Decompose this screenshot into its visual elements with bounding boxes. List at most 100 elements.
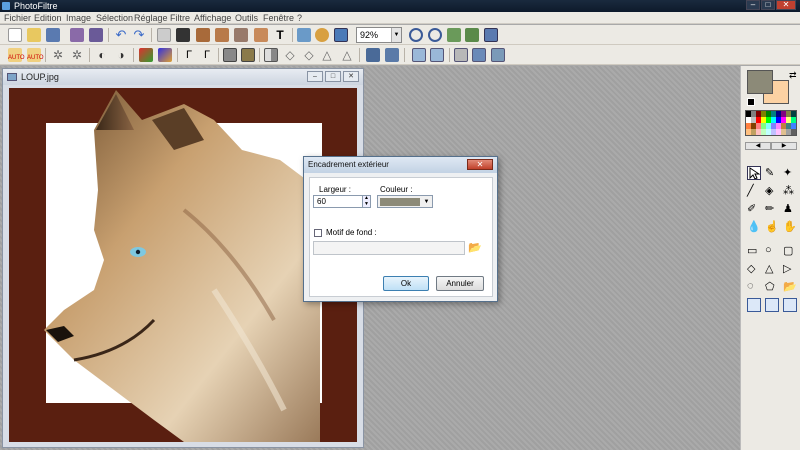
color-select[interactable]: ▼	[377, 195, 433, 208]
line-icon[interactable]: ╱	[747, 184, 761, 198]
doc-maximize-button[interactable]: □	[325, 71, 341, 82]
paste-new-icon[interactable]	[196, 28, 210, 42]
maximize-button[interactable]: □	[761, 0, 775, 10]
finger-icon[interactable]: ☝	[765, 220, 779, 234]
foreground-color-swatch[interactable]	[747, 70, 773, 94]
menu-affichage[interactable]: Affichage	[194, 12, 231, 24]
swap-colors-icon[interactable]: ⇄	[789, 70, 797, 81]
undo-icon[interactable]: ↶	[114, 28, 128, 42]
hide-selection-icon[interactable]	[783, 298, 797, 312]
dialog-close-button[interactable]: ✕	[467, 159, 493, 170]
actual-size-icon[interactable]	[465, 28, 479, 42]
menu-image[interactable]: Image	[66, 12, 91, 24]
chevron-down-icon[interactable]: ▼	[422, 197, 431, 207]
copy-icon[interactable]	[157, 28, 171, 42]
color-palette[interactable]	[745, 110, 797, 136]
grayscale-icon[interactable]	[223, 48, 237, 62]
menu-edition[interactable]: Edition	[34, 12, 62, 24]
minimize-button[interactable]: –	[746, 0, 760, 10]
crop-icon[interactable]	[234, 28, 248, 42]
wolf-image[interactable]	[34, 90, 320, 442]
pattern-path-field[interactable]	[313, 241, 465, 255]
fill-icon[interactable]: ◈	[765, 184, 779, 198]
menu-selection[interactable]: Sélection	[96, 12, 133, 24]
width-input[interactable]: 60	[313, 195, 363, 208]
eyedropper-icon[interactable]: ✎	[765, 166, 779, 180]
pattern-checkbox[interactable]	[314, 229, 322, 237]
browse-folder-icon[interactable]: 📂	[468, 241, 482, 255]
brush-icon[interactable]: ✐	[747, 202, 761, 216]
open-window-icon[interactable]	[412, 48, 426, 62]
chevron-down-icon[interactable]: ▼	[391, 28, 401, 42]
blur-drop-icon[interactable]: 💧	[747, 220, 761, 234]
paste-icon[interactable]	[176, 28, 190, 42]
triangle-right-icon[interactable]: ▷	[783, 262, 797, 276]
menu-help[interactable]: ?	[297, 12, 302, 24]
ellipse-icon[interactable]: ○	[765, 244, 779, 258]
triangle-up-icon[interactable]: △	[765, 262, 779, 276]
redo-icon[interactable]: ↷	[132, 28, 146, 42]
duplicate-icon[interactable]	[215, 28, 229, 42]
zoom-out-icon[interactable]	[428, 28, 442, 42]
gamma-plus-icon[interactable]: Γ	[200, 48, 214, 62]
pencil-brush-icon[interactable]: ✏	[765, 202, 779, 216]
document-titlebar[interactable]: LOUP.jpg – □ ✕	[3, 69, 363, 85]
auto-levels-icon[interactable]: AUTO	[8, 48, 25, 62]
rotate-icon[interactable]	[366, 48, 380, 62]
print-icon-2[interactable]	[491, 48, 505, 62]
open-folder-icon[interactable]: 📂	[783, 280, 797, 294]
select-all-icon[interactable]	[747, 298, 761, 312]
flip-h-icon[interactable]	[264, 48, 278, 62]
print-icon[interactable]	[70, 28, 84, 42]
menu-reglage[interactable]: Réglage	[134, 12, 168, 24]
fullscreen-icon[interactable]	[315, 28, 329, 42]
mirror-icon[interactable]	[385, 48, 399, 62]
export-icon[interactable]	[472, 48, 486, 62]
fit-icon[interactable]	[447, 28, 461, 42]
zoom-in-icon[interactable]	[409, 28, 423, 42]
width-spinner[interactable]: ▲ ▼	[362, 195, 371, 208]
zoom-select[interactable]: 92% ▼	[356, 27, 402, 43]
text-icon[interactable]: T	[273, 28, 287, 42]
soften-icon[interactable]: △	[320, 48, 334, 62]
image-size-icon[interactable]	[254, 28, 268, 42]
dock-icon[interactable]	[430, 48, 444, 62]
auto-contrast-icon[interactable]: AUTO	[27, 48, 44, 62]
outer-frame-dialog[interactable]: Encadrement extérieur ✕ Largeur : Couleu…	[303, 156, 498, 302]
spin-down-icon[interactable]: ▼	[363, 201, 370, 208]
palette-next-button[interactable]: ▶	[771, 142, 797, 150]
sepia-icon[interactable]	[241, 48, 255, 62]
menu-fenetre[interactable]: Fenêtre	[263, 12, 294, 24]
menu-outils[interactable]: Outils	[235, 12, 258, 24]
magic-wand-icon[interactable]: ✦	[783, 166, 797, 180]
brightness-minus-icon[interactable]: ✲	[51, 48, 65, 62]
preview-window-icon[interactable]	[334, 28, 348, 42]
scan-icon[interactable]	[89, 28, 103, 42]
menu-filtre[interactable]: Filtre	[170, 12, 190, 24]
rectangle-icon[interactable]: ▭	[747, 244, 761, 258]
doc-minimize-button[interactable]: –	[307, 71, 323, 82]
new-icon[interactable]	[8, 28, 22, 42]
blur-icon[interactable]: ◇	[283, 48, 297, 62]
close-window-button[interactable]: ✕	[776, 0, 796, 10]
dialog-titlebar[interactable]: Encadrement extérieur ✕	[304, 157, 497, 173]
rounded-rect-icon[interactable]: ▢	[783, 244, 797, 258]
polygon-lasso-icon[interactable]: ⬠	[765, 280, 779, 294]
spray-icon[interactable]: ⁂	[783, 184, 797, 198]
brightness-plus-icon[interactable]: ✲	[70, 48, 84, 62]
contrast-minus-icon[interactable]: ◐	[95, 48, 109, 62]
open-icon[interactable]	[27, 28, 41, 42]
cancel-button[interactable]: Annuler	[436, 276, 484, 291]
hand-icon[interactable]: ✋	[783, 220, 797, 234]
gamma-minus-icon[interactable]: Γ	[182, 48, 196, 62]
print-preview-icon[interactable]	[454, 48, 468, 62]
pointer-icon[interactable]	[747, 166, 761, 180]
deform-icon[interactable]: △	[340, 48, 354, 62]
monitor-icon[interactable]	[484, 28, 498, 42]
saturation-minus-icon[interactable]	[139, 48, 153, 62]
sharpen-icon[interactable]: ◇	[302, 48, 316, 62]
contrast-plus-icon[interactable]: ◑	[114, 48, 128, 62]
doc-close-button[interactable]: ✕	[343, 71, 359, 82]
invert-selection-icon[interactable]	[765, 298, 779, 312]
saturation-plus-icon[interactable]	[158, 48, 172, 62]
